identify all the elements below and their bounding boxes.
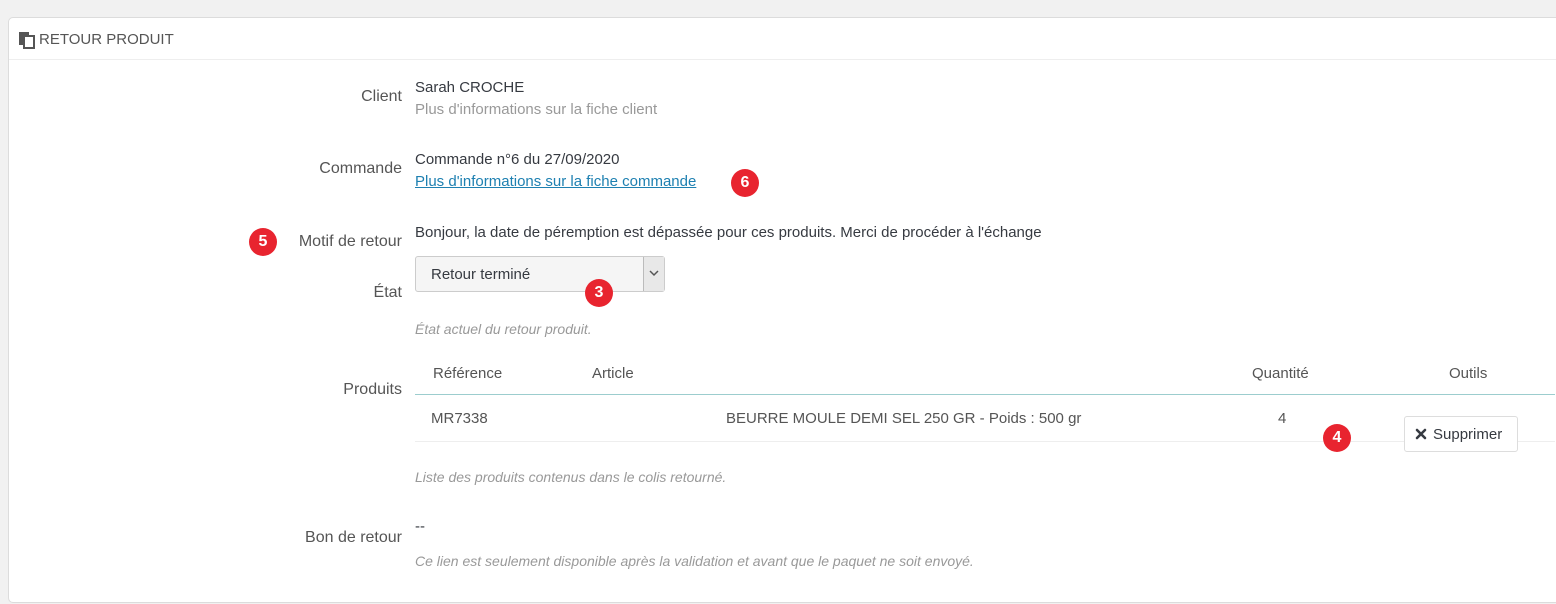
close-icon (1415, 428, 1427, 440)
products-help: Liste des produits contenus dans le coli… (415, 469, 727, 485)
row-reference: MR7338 (431, 410, 488, 427)
voucher-help: Ce lien est seulement disponible après l… (415, 553, 974, 569)
client-label: Client (361, 88, 402, 105)
reason-value: Bonjour, la date de péremption est dépas… (415, 224, 1042, 241)
state-selected: Retour terminé (431, 266, 531, 283)
column-quantity: Quantité (1252, 365, 1309, 382)
delete-button-label: Supprimer (1433, 426, 1503, 443)
row-quantity: 4 (1278, 410, 1287, 427)
column-reference: Référence (433, 365, 503, 382)
annotation-badge-order: 6 (731, 169, 759, 197)
chevron-down-icon (649, 270, 659, 277)
products-label: Produits (343, 381, 402, 398)
state-help: État actuel du retour produit. (415, 321, 592, 337)
panel-header: RETOUR PRODUIT (9, 18, 1556, 60)
order-info-link[interactable]: Plus d'informations sur la fiche command… (415, 172, 696, 192)
table-row: MR7338 BEURRE MOULE DEMI SEL 250 GR - Po… (415, 395, 1555, 452)
voucher-value: -- (415, 518, 425, 535)
annotation-badge-state: 3 (585, 279, 613, 307)
delete-button[interactable]: Supprimer (1404, 416, 1518, 452)
column-article: Article (592, 365, 634, 382)
column-tools: Outils (1449, 365, 1488, 382)
order-value: Commande n°6 du 27/09/2020 (415, 151, 620, 168)
annotation-badge-reason: 5 (249, 228, 277, 256)
return-panel: RETOUR PRODUIT (8, 17, 1556, 603)
state-select[interactable]: Retour terminé (415, 256, 665, 292)
order-label: Commande (319, 160, 402, 177)
row-article: BEURRE MOULE DEMI SEL 250 GR - Poids : 5… (726, 410, 1082, 427)
state-label: État (373, 284, 402, 301)
annotation-badge-quantity: 4 (1323, 424, 1351, 452)
client-name: Sarah CROCHE (415, 79, 525, 96)
client-info: Plus d'informations sur la fiche client (415, 101, 658, 118)
dropdown-arrow[interactable] (643, 257, 664, 291)
products-table-header: Référence Article Quantité Outils (415, 354, 1555, 395)
panel-title: RETOUR PRODUIT (39, 31, 174, 48)
return-document-icon (19, 32, 35, 49)
reason-label: Motif de retour (298, 233, 402, 250)
voucher-label: Bon de retour (305, 529, 402, 546)
